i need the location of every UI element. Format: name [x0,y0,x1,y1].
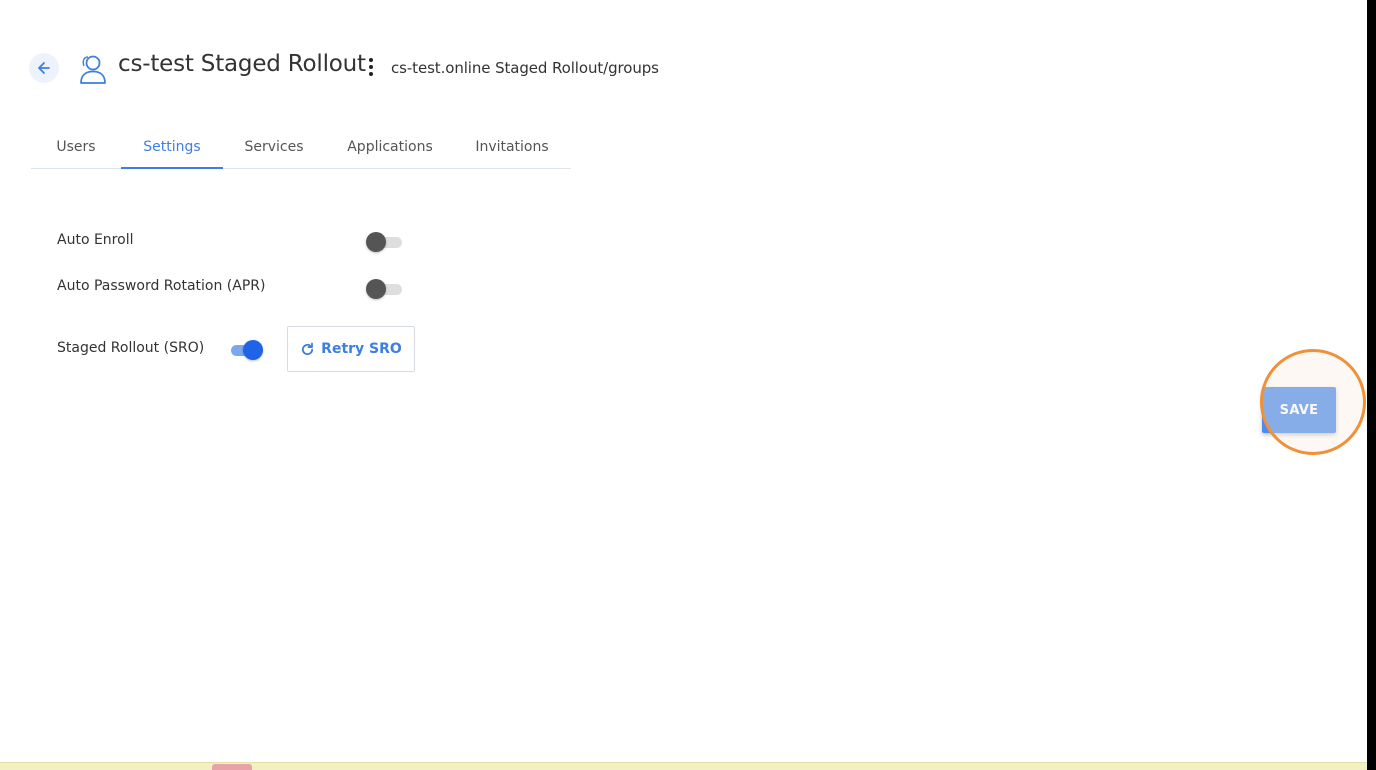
page-title: cs-test Staged Rollout [118,51,366,77]
more-options-icon[interactable] [362,56,380,78]
tab-settings[interactable]: Settings [121,127,223,169]
staged-rollout-label: Staged Rollout (SRO) [57,340,205,356]
taskbar-item [212,764,252,770]
settings-page: cs-test Staged Rollout cs-test.online St… [0,0,1376,770]
breadcrumb: cs-test.online Staged Rollout/groups [391,59,659,77]
back-button[interactable] [29,53,59,83]
tab-bar: Users Settings Services Applications Inv… [31,127,571,169]
staged-rollout-toggle[interactable] [227,339,265,361]
retry-sro-button[interactable]: Retry SRO [287,326,415,372]
refresh-icon [302,342,314,355]
auto-enroll-label: Auto Enroll [57,232,134,248]
tab-applications[interactable]: Applications [331,127,449,169]
arrow-left-icon [38,62,50,74]
taskbar-strip [0,762,1367,770]
auto-enroll-toggle[interactable] [366,231,404,253]
auto-password-rotation-toggle[interactable] [366,278,404,300]
user-group-icon [80,55,106,84]
auto-password-rotation-label: Auto Password Rotation (APR) [57,278,266,294]
tab-invitations[interactable]: Invitations [459,127,565,169]
tab-services[interactable]: Services [223,127,325,169]
window-edge [1367,0,1376,770]
tab-users[interactable]: Users [31,127,121,169]
save-button[interactable]: SAVE [1262,387,1336,433]
retry-sro-label: Retry SRO [321,341,402,357]
